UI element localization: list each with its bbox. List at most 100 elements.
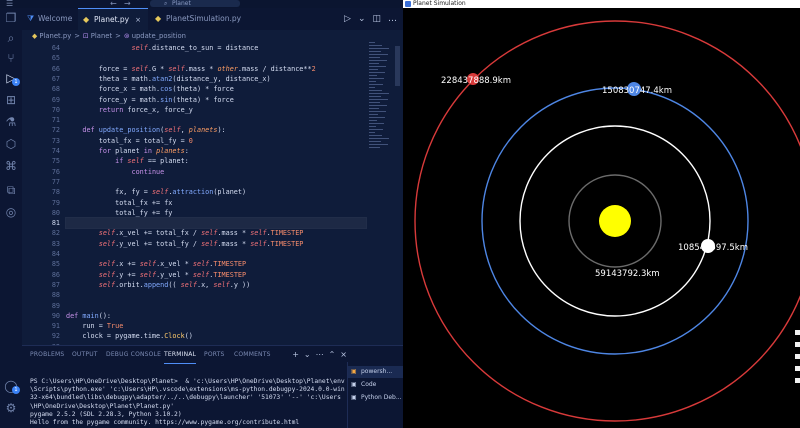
minimap[interactable] xyxy=(369,42,391,152)
command-center-search[interactable]: ⌕ Planet xyxy=(150,0,240,7)
code-line[interactable]: if self == planet: xyxy=(66,156,366,166)
code-line[interactable]: self.distance_to_sun = distance xyxy=(66,43,366,53)
python-file-icon: ◆ xyxy=(155,14,162,23)
minimap-line xyxy=(369,75,377,76)
breadcrumb-function[interactable]: update_position xyxy=(132,32,186,40)
line-number: 71 xyxy=(51,116,60,125)
code-line[interactable]: theta = math.atan2(distance_y, distance_… xyxy=(66,74,366,84)
minimap-line xyxy=(369,102,380,103)
panel-tab-output[interactable]: OUTPUT xyxy=(72,346,98,364)
minimap-line xyxy=(369,57,380,58)
code-line[interactable]: force = self.G * self.mass * other.mass … xyxy=(66,64,366,74)
more-actions-icon[interactable]: … xyxy=(388,14,397,24)
tab-welcome[interactable]: ⧩ Welcome xyxy=(22,8,76,30)
mars-distance-label: 150830747.4km xyxy=(602,86,672,96)
docker-icon[interactable]: ⧉ xyxy=(3,182,19,198)
line-number: 65 xyxy=(51,54,60,63)
line-number: 68 xyxy=(51,85,60,94)
minimap-line xyxy=(369,126,376,127)
code-line[interactable]: for planet in planets: xyxy=(66,146,366,156)
more-actions-icon[interactable]: ⋯ xyxy=(316,350,324,359)
menu-icon[interactable]: ☰ xyxy=(6,0,13,8)
code-line[interactable]: self.x += self.x_vel * self.TIMESTEP xyxy=(66,259,366,269)
code-line[interactable] xyxy=(66,301,366,311)
code-line[interactable] xyxy=(66,177,366,187)
code-line[interactable] xyxy=(66,53,366,63)
tab-planet-py[interactable]: ◆ Planet.py × xyxy=(78,8,148,30)
panel-tab-comments[interactable]: COMMENTS xyxy=(234,346,271,364)
line-number: 86 xyxy=(51,270,60,279)
code-line[interactable] xyxy=(66,290,366,300)
breadcrumb-class[interactable]: Planet xyxy=(91,32,112,40)
maximize-panel-icon[interactable]: ⌃ xyxy=(329,350,336,359)
notification-badge: 1 xyxy=(12,78,20,86)
code-line[interactable]: self.y_vel += total_fy / self.mass * sel… xyxy=(66,239,366,249)
code-line[interactable]: self.orbit.append(( self.x, self.y )) xyxy=(66,280,366,290)
code-line[interactable]: def update_position(self, planets): xyxy=(66,125,366,135)
minimap-line xyxy=(369,129,383,130)
explorer-icon[interactable]: ❐ xyxy=(3,10,19,26)
minimap-line xyxy=(369,96,381,97)
copilot-icon[interactable]: ◎ xyxy=(3,204,19,220)
minimap-line xyxy=(369,141,381,142)
extensions-icon[interactable]: ⊞ xyxy=(3,92,19,108)
new-terminal-icon[interactable]: + xyxy=(292,350,299,359)
line-number: 90 xyxy=(51,311,60,320)
code-line[interactable]: self.y += self.y_vel * self.TIMESTEP xyxy=(66,270,366,280)
code-line[interactable]: force_y = math.sin(theta) * force xyxy=(66,95,366,105)
split-editor-icon[interactable]: ◫ xyxy=(372,14,381,24)
code-line[interactable]: clock = pygame.time.Clock() xyxy=(66,331,366,341)
terminal-output[interactable]: PS C:\Users\HP\OneDrive\Desktop\Planet> … xyxy=(30,378,345,428)
testing-icon[interactable]: ⚗ xyxy=(3,114,19,130)
code-line[interactable]: continue xyxy=(66,167,366,177)
run-icon[interactable]: ▷ xyxy=(344,14,351,24)
minimap-line xyxy=(369,42,375,43)
search-icon[interactable]: ⌕ xyxy=(3,30,19,46)
dropdown-icon[interactable]: ⌄ xyxy=(358,14,366,24)
code-line[interactable]: return force_x, force_y xyxy=(66,105,366,115)
code-line[interactable]: def main(): xyxy=(66,311,366,321)
panel-tab-debug-console[interactable]: DEBUG CONSOLE xyxy=(106,346,161,364)
code-line[interactable]: force_x = math.cos(theta) * force xyxy=(66,84,366,94)
panel-tab-terminal[interactable]: TERMINAL xyxy=(164,346,197,364)
code-line[interactable]: run = True xyxy=(66,321,366,331)
panel-tab-problems[interactable]: PROBLEMS xyxy=(30,346,64,364)
breadcrumb-separator: > xyxy=(74,32,80,40)
panel-tab-ports[interactable]: PORTS xyxy=(204,346,225,364)
code-line[interactable]: self.x_vel += total_fx / self.mass * sel… xyxy=(66,228,366,238)
settings-icon[interactable]: ⚙ xyxy=(3,400,19,416)
line-number: 70 xyxy=(51,105,60,114)
tab-label: Welcome xyxy=(38,14,73,23)
code-line[interactable]: fx, fy = self.attraction(planet) xyxy=(66,187,366,197)
code-line[interactable]: total_fx = total_fy = 0 xyxy=(66,136,366,146)
code-line[interactable] xyxy=(65,217,367,230)
back-arrow-icon[interactable]: ← xyxy=(110,0,117,8)
minimap-line xyxy=(369,108,379,109)
terminal-instance[interactable]: ▣ Python Deb... xyxy=(348,392,403,404)
code-line[interactable] xyxy=(66,249,366,259)
editor-scrollbar[interactable] xyxy=(395,46,400,86)
method-icon: ⊚ xyxy=(123,32,130,40)
python-icon[interactable]: ⌘ xyxy=(3,158,19,174)
terminal-dropdown-icon[interactable]: ⌄ xyxy=(304,350,311,359)
source-control-icon[interactable]: ⑂ xyxy=(3,50,19,66)
terminal-instance[interactable]: ▣ powersh... xyxy=(348,366,403,378)
minimap-line xyxy=(369,135,382,136)
code-line[interactable]: total_fy += fy xyxy=(66,208,366,218)
close-panel-icon[interactable]: × xyxy=(340,350,347,359)
sun xyxy=(599,205,631,237)
code-editor[interactable]: 64 65 66 67 68 69 70 71 72 73 74 75 76 77 78 79 80 81 82 83… xyxy=(22,42,403,345)
tab-planetsimulation-py[interactable]: ◆ PlanetSimulation.py xyxy=(150,8,260,30)
forward-arrow-icon[interactable]: → xyxy=(124,0,131,8)
code-lines[interactable]: self.distance_to_sun = distance force = … xyxy=(65,42,367,345)
pygame-window: Planet Simulation 108547597.5km 150830747… xyxy=(403,0,800,428)
breadcrumb-file[interactable]: Planet.py xyxy=(39,32,71,40)
panel-actions: + ⌄ ⋯ ⌃ × xyxy=(287,346,347,364)
code-line[interactable]: total_fx += fx xyxy=(66,198,366,208)
close-icon[interactable]: × xyxy=(135,16,141,24)
terminal-instance[interactable]: ▣ Code xyxy=(348,379,403,391)
run-debug-icon[interactable]: ▷ 1 xyxy=(3,70,20,86)
account-icon[interactable]: ◯ 1 xyxy=(3,378,20,394)
remote-icon[interactable]: ⬡ xyxy=(3,136,19,152)
code-line[interactable] xyxy=(66,115,366,125)
